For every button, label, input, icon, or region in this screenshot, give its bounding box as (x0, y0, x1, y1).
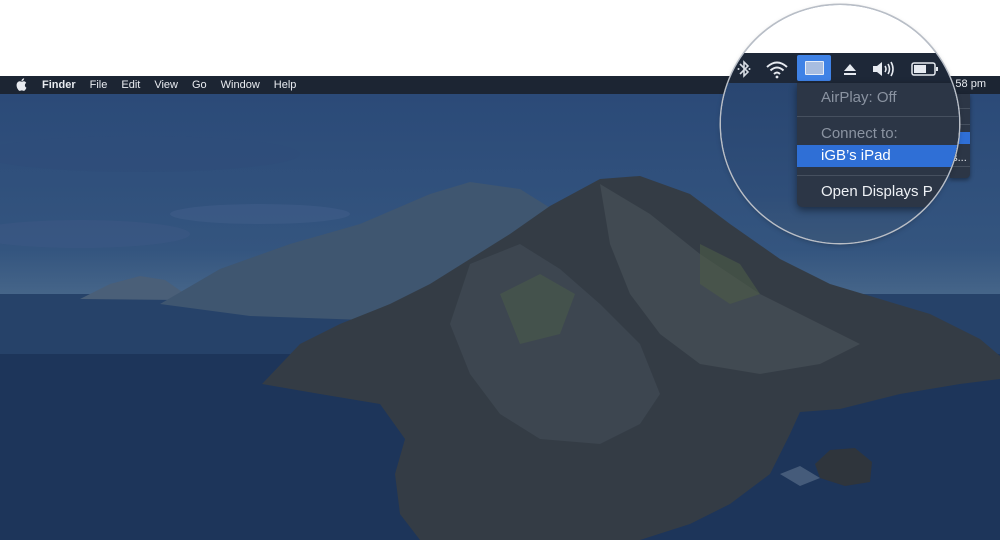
airplay-display-icon[interactable] (797, 55, 831, 81)
menu-separator (797, 175, 959, 176)
airplay-status-item: AirPlay: Off (821, 89, 897, 106)
menu-edit[interactable]: Edit (121, 79, 140, 91)
menubar-clock[interactable]: 58 pm (955, 78, 986, 90)
open-displays-preferences[interactable]: Open Displays P (797, 181, 959, 203)
apple-logo-icon[interactable] (14, 78, 28, 92)
airplay-screen-glyph (805, 61, 824, 75)
wifi-icon[interactable] (763, 57, 791, 81)
menu-view[interactable]: View (154, 79, 178, 91)
menu-go[interactable]: Go (192, 79, 207, 91)
volume-icon[interactable] (869, 57, 899, 81)
magnifier-white-area (721, 5, 959, 53)
menu-finder[interactable]: Finder (42, 79, 76, 91)
airplay-menu: AirPlay: Off Connect to: iGB’s iPad Open… (797, 83, 959, 207)
eject-icon[interactable] (839, 57, 861, 81)
menu-help[interactable]: Help (274, 79, 297, 91)
battery-icon[interactable] (909, 57, 941, 81)
connect-to-header: Connect to: (821, 125, 898, 142)
menu-separator (797, 116, 959, 117)
magnifier-zoom: AirPlay: Off Connect to: iGB’s iPad Open… (721, 5, 959, 243)
bluetooth-icon[interactable] (733, 57, 755, 81)
menu-file[interactable]: File (90, 79, 108, 91)
menu-window[interactable]: Window (221, 79, 260, 91)
device-igb-ipad[interactable]: iGB’s iPad (797, 145, 959, 167)
